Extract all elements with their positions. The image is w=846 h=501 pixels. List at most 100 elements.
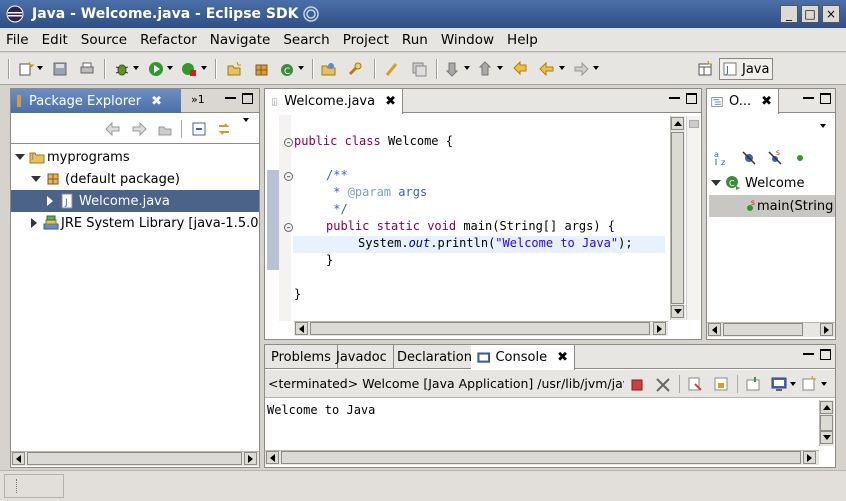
menu-edit[interactable]: Edit bbox=[42, 32, 68, 48]
expand-toggle-icon[interactable] bbox=[15, 154, 25, 160]
open-type-icon[interactable] bbox=[321, 61, 337, 77]
menu-source[interactable]: Source bbox=[81, 32, 127, 48]
terminate-icon[interactable] bbox=[631, 379, 643, 391]
scroll-down-button[interactable] bbox=[820, 431, 833, 444]
scroll-left-button[interactable] bbox=[12, 452, 25, 465]
editor-vscroll[interactable] bbox=[670, 116, 685, 320]
tab-package-explorer[interactable]: Package Explorer ✖ bbox=[11, 89, 181, 113]
java-perspective-button[interactable]: J Java bbox=[719, 58, 773, 80]
hide-static-icon[interactable]: S bbox=[766, 149, 784, 167]
scroll-lock-icon[interactable] bbox=[713, 376, 729, 392]
scroll-right-button[interactable] bbox=[244, 452, 257, 465]
sort-icon[interactable]: az bbox=[713, 149, 731, 167]
minimize-icon[interactable] bbox=[225, 97, 236, 108]
menu-search[interactable]: Search bbox=[283, 32, 329, 48]
scroll-left-button[interactable] bbox=[266, 451, 279, 464]
minimize-icon[interactable] bbox=[803, 353, 814, 364]
console-vscroll[interactable] bbox=[819, 400, 834, 446]
package-explorer-hscroll[interactable] bbox=[11, 451, 259, 466]
open-perspective-icon[interactable] bbox=[697, 61, 713, 77]
expand-toggle-icon[interactable] bbox=[31, 218, 37, 228]
expand-toggle-icon[interactable] bbox=[711, 180, 721, 186]
scroll-thumb[interactable] bbox=[281, 451, 801, 464]
clear-console-icon[interactable] bbox=[687, 376, 703, 392]
scroll-up-button[interactable] bbox=[671, 117, 684, 130]
scroll-thumb[interactable] bbox=[671, 132, 684, 304]
back-icon[interactable] bbox=[539, 61, 555, 77]
forward-icon[interactable] bbox=[573, 61, 589, 77]
close-icon[interactable]: ✖ bbox=[151, 94, 162, 109]
editor-hscroll[interactable] bbox=[294, 321, 668, 336]
run-icon[interactable] bbox=[148, 61, 164, 77]
minimize-icon[interactable] bbox=[803, 97, 814, 108]
new-package-icon[interactable] bbox=[254, 61, 270, 77]
forward-icon[interactable] bbox=[131, 121, 147, 137]
menu-navigate[interactable]: Navigate bbox=[210, 32, 271, 48]
menu-help[interactable]: Help bbox=[507, 32, 538, 48]
more-views-overflow[interactable]: »1 bbox=[191, 93, 205, 106]
tree-item-project[interactable]: J myprograms bbox=[11, 146, 259, 168]
close-window-button[interactable]: × bbox=[822, 5, 840, 23]
minimize-window-button[interactable]: _ bbox=[780, 5, 798, 23]
maximize-icon[interactable] bbox=[820, 349, 831, 360]
fold-marker-icon[interactable]: – bbox=[284, 223, 293, 232]
outline-hscroll[interactable] bbox=[707, 322, 835, 337]
scroll-down-button[interactable] bbox=[671, 305, 684, 318]
tab-problems[interactable]: Problems bbox=[265, 345, 338, 369]
new-icon[interactable] bbox=[18, 61, 34, 77]
maximize-window-button[interactable]: □ bbox=[801, 5, 819, 23]
print-icon[interactable] bbox=[79, 61, 95, 77]
close-icon[interactable]: ✖ bbox=[761, 94, 772, 109]
remove-launch-icon[interactable] bbox=[654, 376, 672, 394]
tab-console[interactable]: Console ✖ bbox=[471, 345, 575, 370]
scroll-thumb[interactable] bbox=[820, 415, 833, 431]
search-icon[interactable] bbox=[347, 61, 363, 77]
menu-window[interactable]: Window bbox=[441, 32, 494, 48]
new-java-project-icon[interactable] bbox=[226, 61, 242, 77]
external-tools-icon[interactable] bbox=[181, 61, 197, 77]
scroll-right-button[interactable] bbox=[803, 451, 816, 464]
maximize-icon[interactable] bbox=[242, 93, 253, 104]
open-console-icon[interactable] bbox=[801, 376, 817, 392]
hide-nonpublic-icon[interactable] bbox=[793, 151, 807, 165]
up-icon[interactable] bbox=[157, 121, 173, 137]
maximize-icon[interactable] bbox=[686, 93, 697, 104]
display-console-icon[interactable] bbox=[771, 376, 787, 392]
scroll-left-button[interactable] bbox=[708, 323, 721, 336]
previous-annotation-icon[interactable] bbox=[478, 61, 494, 77]
fold-marker-icon[interactable]: – bbox=[284, 138, 293, 147]
last-edit-location-icon[interactable] bbox=[512, 61, 528, 77]
scroll-thumb[interactable] bbox=[723, 323, 803, 336]
minimize-icon[interactable] bbox=[669, 97, 680, 108]
console-hscroll[interactable] bbox=[265, 450, 819, 465]
console-output[interactable]: Welcome to Java bbox=[265, 399, 819, 449]
new-class-icon[interactable]: C bbox=[279, 61, 295, 77]
save-icon[interactable] bbox=[52, 61, 68, 77]
toggle-mark-occurrences-icon[interactable] bbox=[384, 61, 400, 77]
outline-item-class[interactable]: C Welcome bbox=[707, 172, 835, 194]
tab-outline[interactable]: O... ✖ bbox=[707, 89, 779, 114]
tree-item-welcome-java[interactable]: J Welcome.java bbox=[11, 190, 259, 212]
back-icon[interactable] bbox=[105, 121, 121, 137]
expand-toggle-icon[interactable] bbox=[31, 176, 41, 182]
view-menu-icon[interactable] bbox=[820, 124, 826, 128]
tab-welcome-java[interactable]: J Welcome.java ✖ bbox=[265, 89, 403, 114]
link-with-editor-icon[interactable] bbox=[216, 121, 232, 137]
next-annotation-icon[interactable] bbox=[445, 61, 461, 77]
scroll-thumb[interactable] bbox=[310, 322, 650, 335]
collapse-all-icon[interactable] bbox=[191, 121, 207, 137]
menu-run[interactable]: Run bbox=[402, 32, 428, 48]
menu-project[interactable]: Project bbox=[343, 32, 389, 48]
hide-fields-icon[interactable] bbox=[740, 149, 758, 167]
pin-console-icon[interactable] bbox=[745, 376, 761, 392]
tree-item-default-package[interactable]: (default package) bbox=[11, 168, 259, 190]
tab-javadoc[interactable]: Javadoc bbox=[330, 345, 394, 369]
menu-refactor[interactable]: Refactor bbox=[140, 32, 197, 48]
close-icon[interactable]: ✖ bbox=[557, 350, 568, 365]
show-whitespace-icon[interactable] bbox=[411, 61, 427, 77]
tree-item-jre-library[interactable]: JRE System Library [java-1.5.0- bbox=[11, 212, 259, 234]
scroll-left-button[interactable] bbox=[295, 322, 308, 335]
debug-icon[interactable] bbox=[114, 61, 130, 77]
menu-file[interactable]: File bbox=[6, 32, 29, 48]
fold-marker-icon[interactable]: – bbox=[284, 172, 293, 181]
